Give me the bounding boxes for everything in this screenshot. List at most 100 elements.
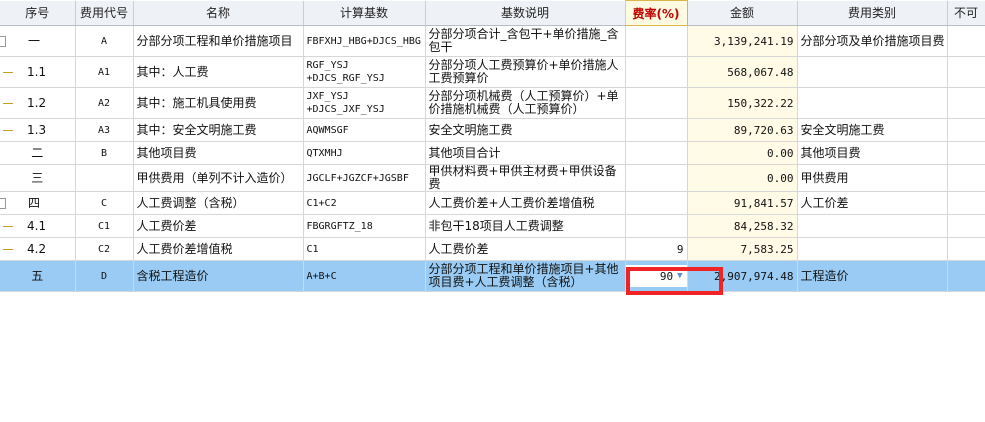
row-base[interactable]: C1 xyxy=(303,237,426,261)
row-rate[interactable] xyxy=(625,141,688,165)
table-row[interactable]: 1.2 A2 其中：施工机具使用费 JXF_YSJ +DJCS_JXF_YSJ … xyxy=(0,87,985,119)
row-base[interactable]: FBGRGFTZ_18 xyxy=(303,214,426,238)
row-desc[interactable]: 安全文明施工费 xyxy=(425,118,626,142)
row-name[interactable]: 甲供费用（单列不计入造价） xyxy=(133,164,304,192)
row-category[interactable]: 其他项目费 xyxy=(797,141,948,165)
row-extra[interactable] xyxy=(947,25,985,57)
row-extra[interactable] xyxy=(947,56,985,88)
row-desc[interactable]: 人工费价差 xyxy=(425,237,626,261)
row-name[interactable]: 分部分项工程和单价措施项目 xyxy=(133,25,304,57)
row-desc[interactable]: 分部分项机械费（人工预算价）+单价措施机械费（人工预算价） xyxy=(425,87,626,119)
row-extra[interactable] xyxy=(947,260,985,292)
row-name[interactable]: 人工费价差 xyxy=(133,214,304,238)
row-category[interactable] xyxy=(797,214,948,238)
chevron-down-icon[interactable]: ▼ xyxy=(677,270,682,283)
row-code[interactable]: A2 xyxy=(75,87,134,119)
row-base[interactable]: A+B+C xyxy=(303,260,426,292)
table-row[interactable]: 三 甲供费用（单列不计入造价） JGCLF+JGZCF+JGSBF 甲供材料费+… xyxy=(0,164,985,192)
row-extra[interactable] xyxy=(947,214,985,238)
row-category[interactable]: 安全文明施工费 xyxy=(797,118,948,142)
row-name[interactable]: 含税工程造价 xyxy=(133,260,304,292)
row-extra[interactable] xyxy=(947,87,985,119)
row-name[interactable]: 人工费调整（含税） xyxy=(133,191,304,215)
row-name[interactable]: 人工费价差增值税 xyxy=(133,237,304,261)
header-seq[interactable]: 序号 xyxy=(0,0,76,26)
row-base[interactable]: JXF_YSJ +DJCS_JXF_YSJ xyxy=(303,87,426,119)
row-rate[interactable] xyxy=(625,164,688,192)
tree-node-icon[interactable] xyxy=(0,35,6,47)
row-rate[interactable] xyxy=(625,56,688,88)
row-seq: 一 xyxy=(28,33,41,48)
header-row: 序号 费用代号 名称 计算基数 基数说明 费率(%) 金额 费用类别 不可 xyxy=(0,0,985,26)
row-code[interactable]: C2 xyxy=(75,237,134,261)
rate-cell-editor[interactable]: 90 ▼ xyxy=(625,260,688,292)
row-name[interactable]: 其中：安全文明施工费 xyxy=(133,118,304,142)
row-base[interactable]: FBFXHJ_HBG+DJCS_HBG xyxy=(303,25,426,57)
row-extra[interactable] xyxy=(947,191,985,215)
header-base-desc[interactable]: 基数说明 xyxy=(425,0,626,26)
row-name[interactable]: 其中：人工费 xyxy=(133,56,304,88)
row-category[interactable]: 分部分项及单价措施项目费 xyxy=(797,25,948,57)
row-desc[interactable]: 其他项目合计 xyxy=(425,141,626,165)
row-extra[interactable] xyxy=(947,141,985,165)
header-name[interactable]: 名称 xyxy=(133,0,304,26)
table-row[interactable]: 1.1 A1 其中：人工费 RGF_YSJ +DJCS_RGF_YSJ 分部分项… xyxy=(0,56,985,88)
row-code[interactable]: C1 xyxy=(75,214,134,238)
row-desc[interactable]: 分部分项合计_含包干+单价措施_含包干 xyxy=(425,25,626,57)
row-category[interactable] xyxy=(797,237,948,261)
header-code[interactable]: 费用代号 xyxy=(75,0,134,26)
row-code[interactable] xyxy=(75,164,134,192)
row-base[interactable]: JGCLF+JGZCF+JGSBF xyxy=(303,164,426,192)
row-code[interactable]: A3 xyxy=(75,118,134,142)
row-base[interactable]: QTXMHJ xyxy=(303,141,426,165)
row-code[interactable]: A1 xyxy=(75,56,134,88)
row-desc[interactable]: 分部分项人工费预算价+单价措施人工费预算价 xyxy=(425,56,626,88)
row-seq[interactable]: 五 xyxy=(0,260,76,292)
row-rate[interactable]: 9 xyxy=(625,237,688,261)
header-amount[interactable]: 金额 xyxy=(687,0,798,26)
row-rate[interactable] xyxy=(625,118,688,142)
header-rate[interactable]: 费率(%) xyxy=(624,0,688,26)
table-row[interactable]: 1.3 A3 其中：安全文明施工费 AQWMSGF 安全文明施工费 89,720… xyxy=(0,118,985,142)
fee-table: 序号 费用代号 名称 计算基数 基数说明 费率(%) 金额 费用类别 不可 一 … xyxy=(0,0,985,292)
row-code[interactable]: A xyxy=(75,25,134,57)
row-desc[interactable]: 甲供材料费+甲供主材费+甲供设备费 xyxy=(425,164,626,192)
table-row[interactable]: 4.1 C1 人工费价差 FBGRGFTZ_18 非包干18项目人工费调整 84… xyxy=(0,214,985,238)
row-rate[interactable] xyxy=(625,191,688,215)
row-category[interactable] xyxy=(797,87,948,119)
row-extra[interactable] xyxy=(947,237,985,261)
row-name[interactable]: 其中：施工机具使用费 xyxy=(133,87,304,119)
tree-node-icon[interactable] xyxy=(0,197,6,209)
row-name[interactable]: 其他项目费 xyxy=(133,141,304,165)
row-seq[interactable]: 二 xyxy=(0,141,76,165)
row-base[interactable]: RGF_YSJ +DJCS_RGF_YSJ xyxy=(303,56,426,88)
table-row[interactable]: 一 A 分部分项工程和单价措施项目 FBFXHJ_HBG+DJCS_HBG 分部… xyxy=(0,25,985,57)
row-rate[interactable] xyxy=(625,214,688,238)
table-row-selected[interactable]: 五 D 含税工程造价 A+B+C 分部分项工程和单价措施项目+其他项目费+人工费… xyxy=(0,260,985,292)
row-code[interactable]: D xyxy=(75,260,134,292)
header-base[interactable]: 计算基数 xyxy=(303,0,426,26)
row-desc[interactable]: 人工费价差+人工费价差增值税 xyxy=(425,191,626,215)
row-desc[interactable]: 非包干18项目人工费调整 xyxy=(425,214,626,238)
table-row[interactable]: 4.2 C2 人工费价差增值税 C1 人工费价差 9 7,583.25 xyxy=(0,237,985,261)
header-category[interactable]: 费用类别 xyxy=(797,0,948,26)
row-base[interactable]: C1+C2 xyxy=(303,191,426,215)
row-rate[interactable] xyxy=(625,87,688,119)
row-category[interactable]: 工程造价 xyxy=(797,260,948,292)
row-desc[interactable]: 分部分项工程和单价措施项目+其他项目费+人工费调整（含税） xyxy=(425,260,626,292)
rate-combobox[interactable]: 90 ▼ xyxy=(625,265,686,287)
row-extra[interactable] xyxy=(947,118,985,142)
row-code[interactable]: B xyxy=(75,141,134,165)
row-base[interactable]: AQWMSGF xyxy=(303,118,426,142)
row-category[interactable]: 人工价差 xyxy=(797,191,948,215)
row-code[interactable]: C xyxy=(75,191,134,215)
row-category[interactable]: 甲供费用 xyxy=(797,164,948,192)
row-extra[interactable] xyxy=(947,164,985,192)
row-seq[interactable]: 三 xyxy=(0,164,76,192)
table-row[interactable]: 四 C 人工费调整（含税） C1+C2 人工费价差+人工费价差增值税 91,84… xyxy=(0,191,985,215)
table-row[interactable]: 二 B 其他项目费 QTXMHJ 其他项目合计 0.00 其他项目费 xyxy=(0,141,985,165)
row-seq: 4.2 xyxy=(27,241,47,256)
header-extra[interactable]: 不可 xyxy=(947,0,985,26)
row-rate[interactable] xyxy=(625,25,688,57)
row-category[interactable] xyxy=(797,56,948,88)
